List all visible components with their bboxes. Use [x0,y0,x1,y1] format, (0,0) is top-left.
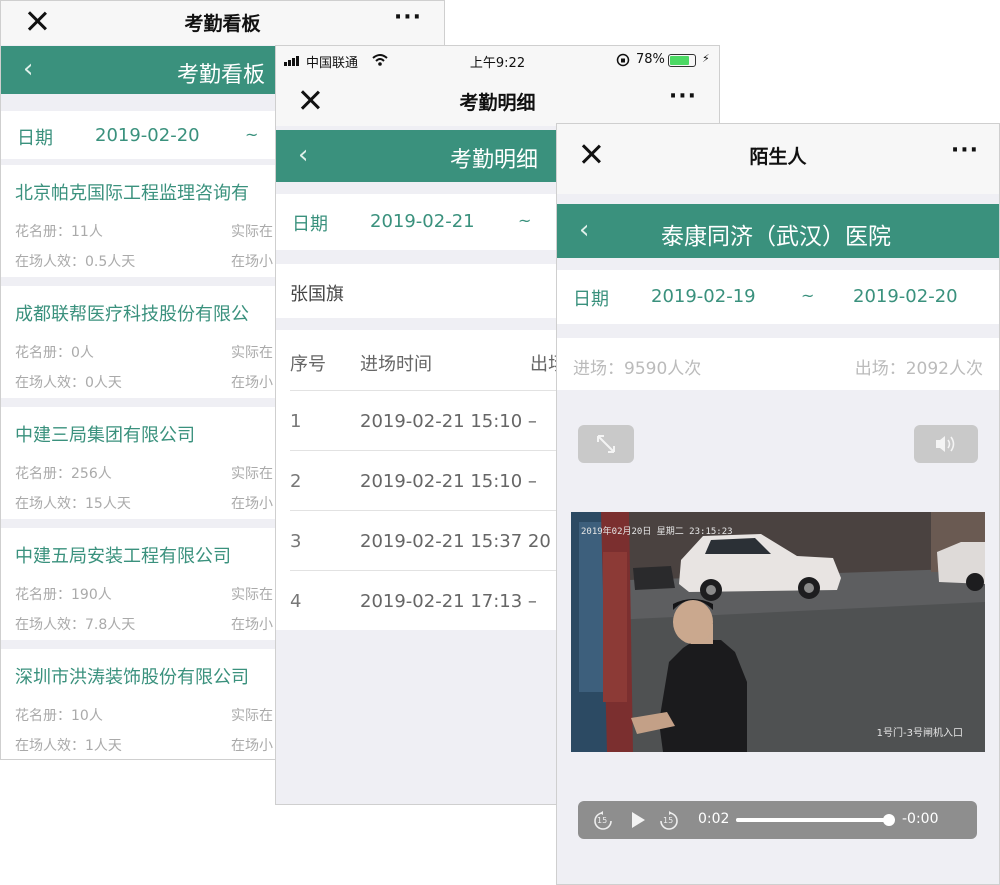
skip-forward-seconds: 15 [663,816,674,825]
column-header-in: 进场时间 [360,354,432,375]
row-number: 3 [290,531,302,552]
volume-button[interactable] [914,425,978,463]
page-title: 泰康同济（武汉）医院 [661,224,891,250]
rotation-lock-icon [616,53,630,67]
roster-count: 花名册：256人 [15,466,112,482]
progress-knob[interactable] [882,814,895,826]
back-icon[interactable]: ‹ [579,215,589,245]
speaker-icon [936,436,955,452]
on-site-efficiency: 在场人效：0人天 [15,375,122,391]
date-separator: ~ [518,211,532,230]
on-site-efficiency: 在场人效：1人天 [15,738,122,754]
on-site-efficiency: 在场人效：15人天 [15,496,131,512]
wechat-title: 考勤看板 [184,13,261,35]
entry-exit-summary: 进场：9590人次 出场：2092人次 [557,338,999,390]
company-name: 北京帕克国际工程监理咨询有 [15,183,249,204]
wechat-title: 考勤明细 [459,92,536,114]
roster-count: 花名册：0人 [15,345,94,361]
wechat-nav-bar: 考勤看板 ··· [1,1,444,45]
surveillance-image [571,512,985,752]
more-icon[interactable]: ··· [669,84,697,109]
entry-time: 2019-02-21 15:37 20 [360,531,551,552]
date-filter[interactable]: 日期 2019-02-19 ~ 2019-02-20 [557,270,999,324]
date-separator: ~ [245,125,259,144]
skip-back-seconds: 15 [597,816,608,825]
remaining-time: -0:00 [902,811,939,827]
roster-count: 花名册：190人 [15,587,112,603]
play-button[interactable] [628,810,648,830]
battery-percent: 78% [636,52,665,67]
entry-time: 2019-02-21 17:13 – [360,591,537,612]
skip-forward-button[interactable]: 15 [658,810,680,832]
back-icon[interactable]: ‹ [298,140,308,170]
person-name: 张国旗 [290,284,344,305]
entry-time: 2019-02-21 15:10 – [360,471,537,492]
page-title: 考勤明细 [450,148,539,173]
video-timestamp: 2019年02月20日 星期二 23:15:23 [581,527,733,537]
progress-fill [736,818,889,822]
company-name: 中建五局安装工程有限公司 [15,546,231,567]
wechat-title: 陌生人 [749,146,807,168]
on-site-hours-label: 在场小 [231,738,273,754]
roster-count: 花名册：11人 [15,224,103,240]
on-site-hours-label: 在场小 [231,254,273,270]
company-name: 成都联帮医疗科技股份有限公 [15,304,249,325]
back-icon[interactable]: ‹ [23,54,33,84]
page-header: ‹ 泰康同济（武汉）医院 [557,204,999,258]
expand-icon [597,435,615,453]
video-player-controls: 15 15 0:02 -0:00 [578,801,977,839]
play-icon [632,812,645,828]
actual-on-site-label: 实际在 [231,466,273,482]
on-site-hours-label: 在场小 [231,617,273,633]
date-from[interactable]: 2019-02-21 [370,211,475,232]
column-header-no: 序号 [290,354,326,375]
stranger-screen: 陌生人 ··· ‹ 泰康同济（武汉）医院 日期 2019-02-19 ~ 201… [556,123,1000,885]
roster-count: 花名册：10人 [15,708,103,724]
company-name: 深圳市洪涛装饰股份有限公司 [15,667,249,688]
exit-count: 出场：2092人次 [854,359,983,379]
battery-icon [668,54,696,67]
skip-back-button[interactable]: 15 [592,810,614,832]
camera-label: 1号门-3号闸机入口 [876,728,963,739]
page-title: 考勤看板 [177,63,266,88]
date-to[interactable]: 2019-02-20 [853,286,958,307]
date-from[interactable]: 2019-02-20 [95,125,200,146]
video-frame[interactable]: 2019年02月20日 星期二 23:15:23 1号门-3号闸机入口 [571,512,985,752]
progress-track[interactable] [736,814,895,826]
date-from[interactable]: 2019-02-19 [651,286,756,307]
entry-time: 2019-02-21 15:10 – [360,411,537,432]
fullscreen-button[interactable] [578,425,634,463]
more-icon[interactable]: ··· [394,5,422,30]
row-number: 4 [290,591,302,612]
on-site-hours-label: 在场小 [231,375,273,391]
actual-on-site-label: 实际在 [231,345,273,361]
date-label: 日期 [573,289,609,310]
company-name: 中建三局集团有限公司 [15,425,195,446]
on-site-efficiency: 在场人效：0.5人天 [15,254,136,270]
charging-icon: ⚡ [702,52,710,65]
date-label: 日期 [292,214,328,235]
wechat-nav-bar: 陌生人 ··· [557,124,999,194]
date-separator: ~ [801,286,815,305]
actual-on-site-label: 实际在 [231,587,273,603]
actual-on-site-label: 实际在 [231,224,273,240]
date-label: 日期 [17,128,53,149]
row-number: 1 [290,411,302,432]
on-site-efficiency: 在场人效：7.8人天 [15,617,136,633]
status-bar: 中国联通 上午9:22 78% ⚡ [276,46,719,74]
more-icon[interactable]: ··· [951,138,979,163]
entry-count: 进场：9590人次 [573,359,702,379]
on-site-hours-label: 在场小 [231,496,273,512]
wechat-nav-bar: 考勤明细 ··· [276,74,719,126]
current-time: 0:02 [698,811,730,827]
actual-on-site-label: 实际在 [231,708,273,724]
row-number: 2 [290,471,302,492]
